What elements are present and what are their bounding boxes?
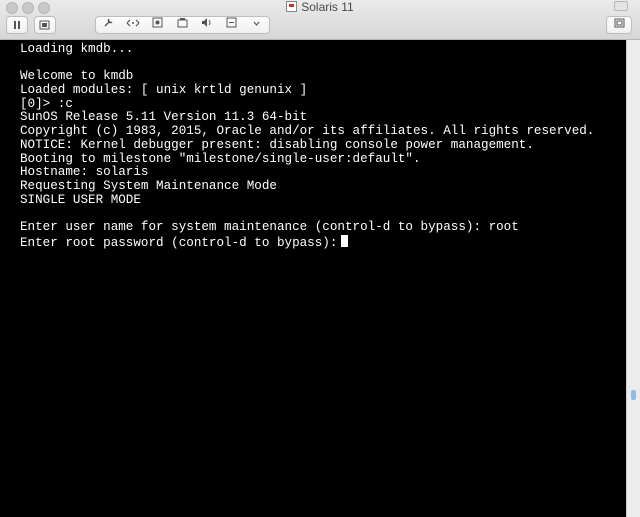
network-arrows-icon [126,19,140,27]
speaker-icon [202,18,211,27]
hdd-button[interactable] [170,17,195,33]
pause-icon [14,21,20,29]
cd-button[interactable] [145,17,170,33]
disk-icon [152,17,163,28]
vm-console[interactable]: Loading kmdb... Welcome to kmdb Loaded mod… [0,40,626,517]
snapshot-button[interactable] [34,16,56,34]
console-line: Copyright (c) 1983, 2015, Oracle and/or … [20,124,595,139]
console-line: Enter user name for system maintenance (… [20,219,519,234]
console-line: Requesting System Maintenance Mode [20,178,277,193]
device-toolbar [95,16,270,34]
sound-button[interactable] [195,17,220,33]
pause-button[interactable] [6,16,28,34]
title-bar: Solaris 11 [0,0,640,40]
vm-window: Solaris 11 Loading kmdb... Welcome to km… [0,0,640,517]
vm-icon [286,1,298,12]
settings-button[interactable] [96,17,121,33]
console-scrollbar[interactable] [626,40,640,517]
console-line: Loading kmdb... [20,42,134,56]
usb-icon [226,17,237,28]
console-line: SINGLE USER MODE [20,192,141,207]
fullscreen-icon [614,18,624,28]
console-line: NOTICE: Kernel debugger present: disabli… [20,137,534,152]
window-title-text: Solaris 11 [301,0,354,14]
wrench-icon [104,18,113,27]
usb-button[interactable] [220,17,245,33]
console-line: Loaded modules: [ unix krtld genunix ] [20,83,308,98]
toolbar-toggle-button[interactable] [614,1,628,11]
console-line: Hostname: solaris [20,165,149,180]
window-title: Solaris 11 [0,0,640,14]
text-cursor [341,234,349,247]
password-prompt-line: Enter root password (control-d to bypass… [20,234,626,250]
console-line: [0]> :c [20,96,73,111]
console-line: Booting to milestone "milestone/single-u… [20,151,421,166]
scrollbar-indicator[interactable] [631,390,636,400]
password-prompt: Enter root password (control-d to bypass… [20,235,338,250]
console-line: Welcome to kmdb [20,69,134,84]
chevron-icon [253,21,260,26]
snapshot-icon [39,20,50,29]
console-output: Loading kmdb... Welcome to kmdb Loaded mod… [0,40,626,250]
more-button[interactable] [244,17,269,33]
fullscreen-button[interactable] [606,16,632,34]
console-line: SunOS Release 5.11 Version 11.3 64-bit [20,110,308,125]
network-button[interactable] [121,17,146,33]
hdd-icon [177,18,188,28]
